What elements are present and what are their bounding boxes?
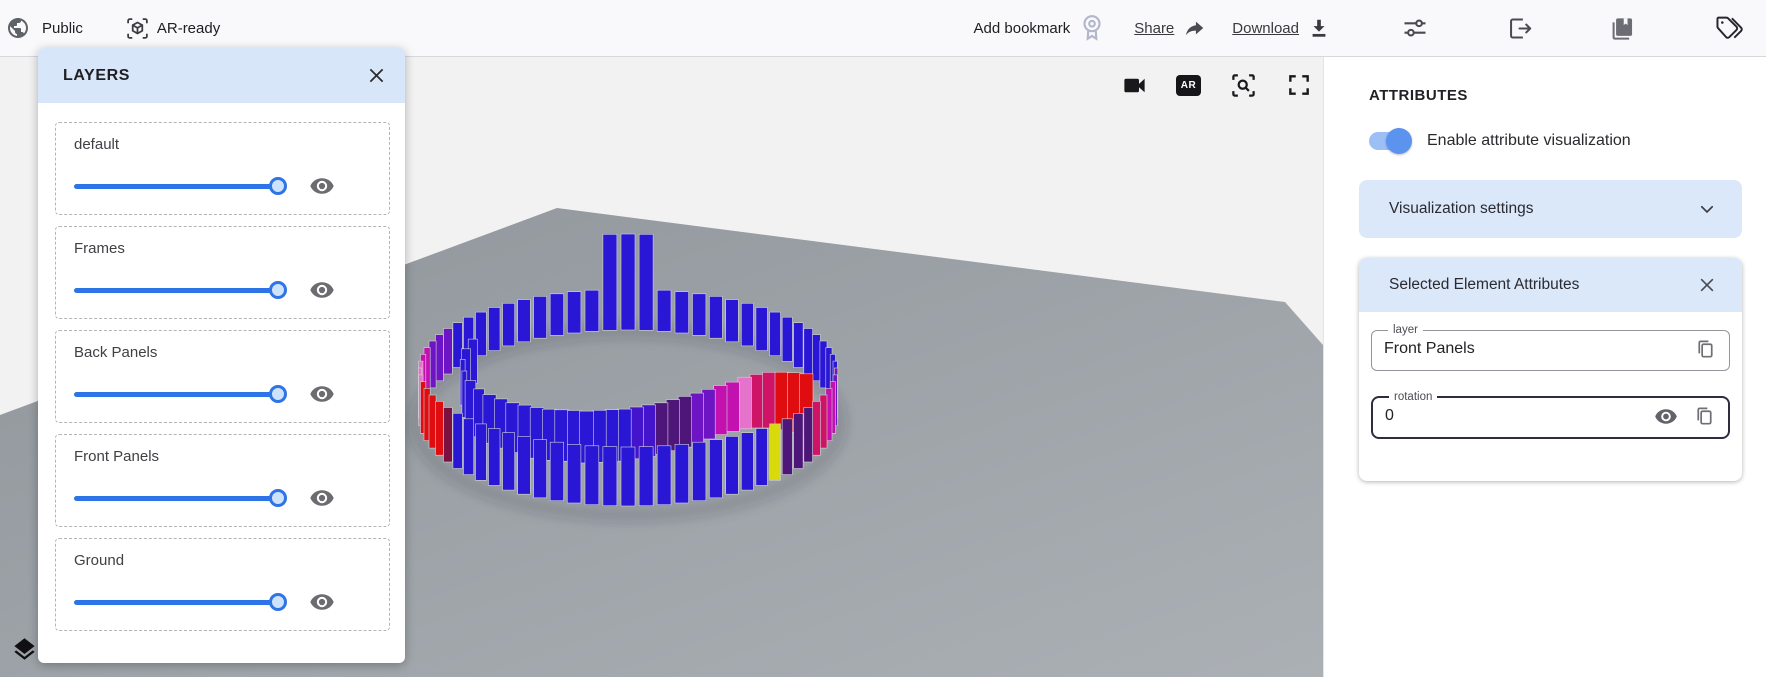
layer-visibility-eye-icon[interactable]	[309, 277, 335, 303]
field-value: Front Panels	[1384, 340, 1693, 358]
selected-attributes-close-icon[interactable]	[1696, 274, 1718, 296]
layers-panel-header: LAYERS	[38, 48, 405, 103]
viewport-toolbar: AR	[1120, 71, 1313, 99]
attributes-panel-title: ATTRIBUTES	[1369, 87, 1742, 104]
attributes-panel: ATTRIBUTES Enable attribute visualizatio…	[1323, 57, 1766, 677]
layer-card: Frames	[55, 226, 390, 319]
globe-icon	[5, 15, 31, 41]
zoom-to-selection-button[interactable]	[1229, 71, 1257, 99]
layer-visibility-eye-icon[interactable]	[309, 173, 335, 199]
tags-button[interactable]	[1710, 11, 1748, 45]
layer-card: default	[55, 122, 390, 215]
ar-mode-button[interactable]: AR	[1176, 75, 1201, 96]
bookmarks-button[interactable]	[1606, 11, 1640, 45]
copy-icon[interactable]	[1692, 404, 1716, 428]
layer-visibility-eye-icon[interactable]	[309, 381, 335, 407]
layers-close-icon[interactable]	[365, 65, 387, 87]
camera-views-button[interactable]	[1120, 71, 1148, 99]
layer-opacity-slider[interactable]	[74, 593, 278, 612]
layer-name: Frames	[74, 240, 375, 257]
visibility-label[interactable]: Public	[42, 20, 83, 37]
field-value: 0	[1385, 407, 1654, 425]
layer-name: default	[74, 136, 375, 153]
layer-opacity-slider[interactable]	[74, 177, 278, 196]
layer-name: Back Panels	[74, 344, 375, 361]
selected-element-attributes-header: Selected Element Attributes	[1359, 258, 1742, 312]
layer-card: Front Panels	[55, 434, 390, 527]
chevron-down-icon	[1698, 200, 1716, 218]
download-icon	[1306, 15, 1332, 41]
selected-element-attributes-card: Selected Element Attributes layer Front …	[1359, 258, 1742, 481]
download-link[interactable]: Download	[1232, 15, 1332, 41]
layer-visibility-eye-icon[interactable]	[309, 485, 335, 511]
layer-name: Ground	[74, 552, 375, 569]
attribute-visibility-eye-icon[interactable]	[1654, 404, 1678, 428]
attribute-visualization-toggle[interactable]	[1369, 132, 1409, 150]
rotation-attribute-field[interactable]: rotation 0	[1371, 391, 1730, 439]
share-link[interactable]: Share	[1134, 16, 1208, 40]
layer-card: Back Panels	[55, 330, 390, 423]
layer-opacity-slider[interactable]	[74, 281, 278, 300]
field-label: layer	[1388, 324, 1423, 336]
ar-cube-icon	[125, 15, 151, 41]
layers-list: default Frames Back Panels	[38, 103, 405, 631]
layer-card: Ground	[55, 538, 390, 631]
layer-attribute-field: layer Front Panels	[1371, 324, 1730, 371]
export-button[interactable]	[1502, 11, 1536, 45]
bookmark-ribbon-icon	[1078, 13, 1106, 43]
layer-opacity-slider[interactable]	[74, 489, 278, 508]
layers-toggle-button[interactable]	[10, 635, 38, 663]
copy-icon[interactable]	[1693, 337, 1717, 361]
fullscreen-button[interactable]	[1285, 71, 1313, 99]
layers-panel-title: LAYERS	[63, 67, 130, 85]
layer-name: Front Panels	[74, 448, 375, 465]
layers-panel: LAYERS default Frames Bac	[38, 48, 405, 663]
add-bookmark-button[interactable]: Add bookmark	[974, 13, 1107, 43]
share-arrow-icon	[1182, 16, 1208, 40]
toggle-label: Enable attribute visualization	[1427, 132, 1631, 150]
layer-visibility-eye-icon[interactable]	[309, 589, 335, 615]
layer-opacity-slider[interactable]	[74, 385, 278, 404]
filters-button[interactable]	[1398, 11, 1432, 45]
field-label: rotation	[1389, 391, 1437, 403]
visualization-settings-header[interactable]: Visualization settings	[1359, 180, 1742, 238]
ar-ready-label: AR-ready	[157, 20, 220, 37]
